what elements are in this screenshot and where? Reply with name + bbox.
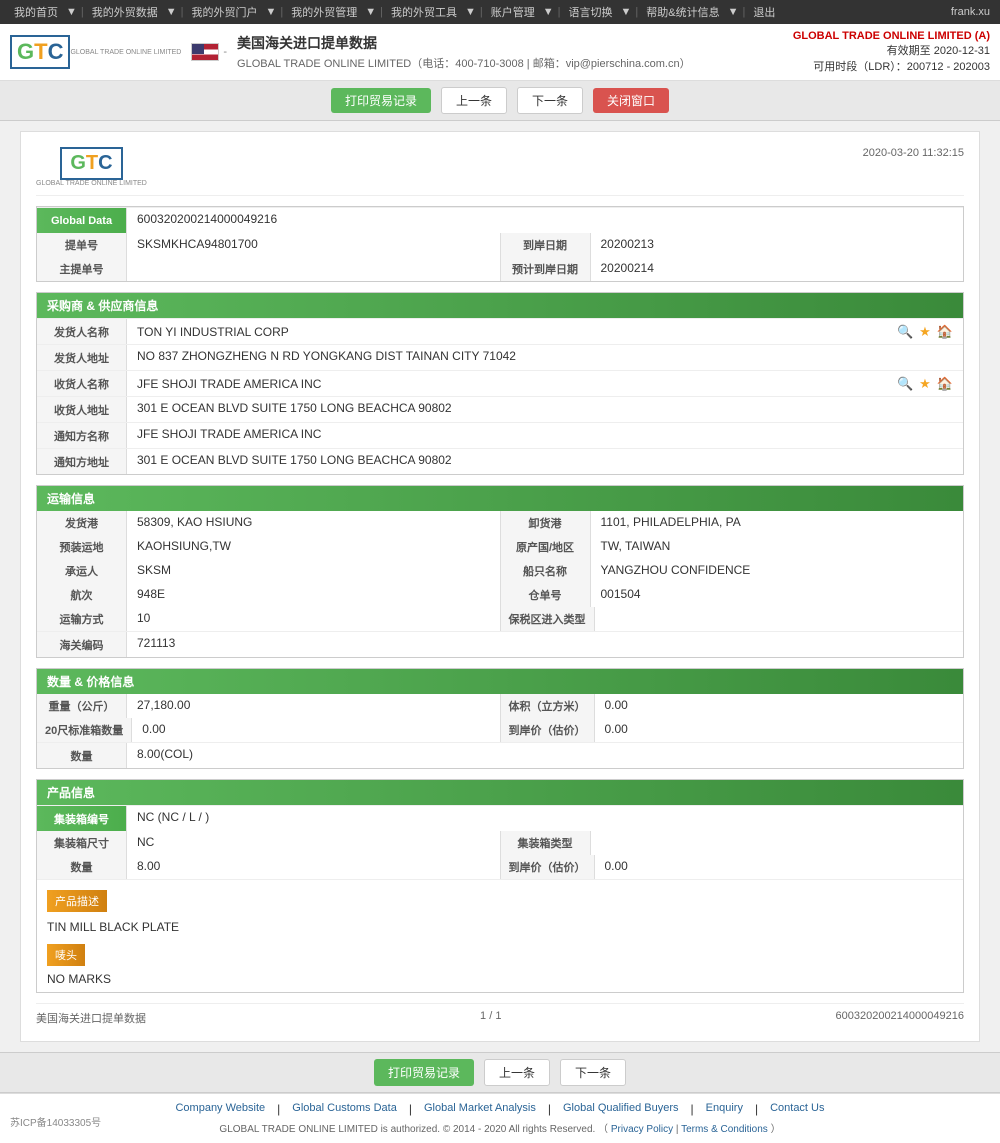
footer-terms-conditions[interactable]: Terms & Conditions bbox=[681, 1124, 768, 1135]
footer-qualified-buyers[interactable]: Global Qualified Buyers bbox=[563, 1102, 679, 1116]
footer-customs-data[interactable]: Global Customs Data bbox=[292, 1102, 397, 1116]
prev-button[interactable]: 上一条 bbox=[441, 87, 507, 114]
nav-language[interactable]: 语言切换 bbox=[569, 4, 613, 20]
consignee-home-icon[interactable]: 🏠 bbox=[937, 376, 953, 392]
port-row: 发货港 58309, KAO HSIUNG 卸货港 1101, PHILADEL… bbox=[37, 511, 963, 535]
container-price-row: 20尺标准箱数量 0.00 到岸价（估价） 0.00 bbox=[37, 718, 963, 742]
print-button[interactable]: 打印贸易记录 bbox=[331, 88, 431, 113]
page-header: G T C GLOBAL TRADE ONLINE LIMITED - 美国海关… bbox=[0, 24, 1000, 81]
footer-links: Company Website | Global Customs Data | … bbox=[10, 1102, 990, 1116]
footer-copyright: GLOBAL TRADE ONLINE LIMITED is authorize… bbox=[10, 1120, 990, 1135]
marks-label: 唛头 bbox=[47, 944, 85, 966]
nav-help[interactable]: 帮助&统计信息 bbox=[646, 4, 719, 20]
product-desc-label: 产品描述 bbox=[47, 890, 107, 912]
voyage-warehouse-row: 航次 948E 仓单号 001504 bbox=[37, 583, 963, 607]
account-info: GLOBAL TRADE ONLINE LIMITED (A) 有效期至 202… bbox=[793, 30, 990, 74]
footer-market-analysis[interactable]: Global Market Analysis bbox=[424, 1102, 536, 1116]
carrier-vessel-row: 承运人 SKSM 船只名称 YANGZHOU CONFIDENCE bbox=[37, 559, 963, 583]
beian: 苏ICP备14033305号 bbox=[10, 1114, 101, 1129]
header-info: 美国海关进口提单数据 GLOBAL TRADE ONLINE LIMITED（电… bbox=[237, 33, 691, 71]
transport-section: 运输信息 发货港 58309, KAO HSIUNG 卸货港 1101, PHI… bbox=[36, 485, 964, 658]
nav-logout[interactable]: 退出 bbox=[753, 4, 775, 20]
product-qty-price-row: 数量 8.00 到岸价（估价） 0.00 bbox=[37, 855, 963, 879]
customs-code-row: 海关编码 721113 bbox=[37, 631, 963, 657]
product-section: 产品信息 集装箱编号 NC (NC / L / ) 集装箱尺寸 NC 集装箱类型… bbox=[36, 779, 964, 993]
top-navigation: 我的首页 ▼ | 我的外贸数据 ▼ | 我的外贸门户 ▼ | 我的外贸管理 ▼ … bbox=[0, 0, 1000, 24]
footer-enquiry[interactable]: Enquiry bbox=[706, 1102, 743, 1116]
shipper-home-icon[interactable]: 🏠 bbox=[937, 324, 953, 340]
next-button-bottom[interactable]: 下一条 bbox=[560, 1059, 626, 1086]
page-footer: Company Website | Global Customs Data | … bbox=[0, 1093, 1000, 1143]
shipper-star-icon[interactable]: ★ bbox=[919, 324, 931, 340]
buyer-section: 采购商 & 供应商信息 发货人名称 TON YI INDUSTRIAL CORP… bbox=[36, 292, 964, 475]
notify-name-row: 通知方名称 JFE SHOJI TRADE AMERICA INC bbox=[37, 422, 963, 448]
consignee-star-icon[interactable]: ★ bbox=[919, 376, 931, 392]
footer-privacy-policy[interactable]: Privacy Policy bbox=[611, 1124, 673, 1135]
preload-country-row: 预装运地 KAOHSIUNG,TW 原产国/地区 TW, TAIWAN bbox=[37, 535, 963, 559]
print-button-bottom[interactable]: 打印贸易记录 bbox=[374, 1059, 474, 1086]
product-desc-value: TIN MILL BLACK PLATE bbox=[47, 920, 953, 934]
quantity-row: 数量 8.00(COL) bbox=[37, 742, 963, 768]
shipper-search-icon[interactable]: 🔍 bbox=[897, 324, 913, 340]
container-size-type-row: 集装箱尺寸 NC 集装箱类型 bbox=[37, 831, 963, 855]
consignee-addr-row: 收货人地址 301 E OCEAN BLVD SUITE 1750 LONG B… bbox=[37, 396, 963, 422]
doc-logo: G T C GLOBAL TRADE ONLINE LIMITED bbox=[36, 147, 147, 187]
nav-management[interactable]: 我的外贸管理 bbox=[291, 4, 357, 20]
consignee-search-icon[interactable]: 🔍 bbox=[897, 376, 913, 392]
prev-button-bottom[interactable]: 上一条 bbox=[484, 1059, 550, 1086]
nav-trade-data[interactable]: 我的外贸数据 bbox=[92, 4, 158, 20]
quantity-section: 数量 & 价格信息 重量（公斤） 27,180.00 体积（立方米） 0.00 … bbox=[36, 668, 964, 769]
top-toolbar: 打印贸易记录 上一条 下一条 关闭窗口 bbox=[0, 81, 1000, 121]
marks-value: NO MARKS bbox=[47, 972, 953, 986]
doc-footer: 美国海关进口提单数据 1 / 1 600320200214000049216 bbox=[36, 1003, 964, 1026]
main-document: G T C GLOBAL TRADE ONLINE LIMITED 2020-0… bbox=[20, 131, 980, 1042]
transport-mode-bonded-row: 运输方式 10 保税区进入类型 bbox=[37, 607, 963, 631]
global-data-section: Global Data 600320200214000049216 提单号 SK… bbox=[36, 206, 964, 282]
main-bill-est-row: 主提单号 预计到岸日期 20200214 bbox=[37, 257, 963, 281]
consignee-name-row: 收货人名称 JFE SHOJI TRADE AMERICA INC 🔍 ★ 🏠 bbox=[37, 370, 963, 396]
shipper-name-row: 发货人名称 TON YI INDUSTRIAL CORP 🔍 ★ 🏠 bbox=[37, 318, 963, 344]
global-data-row: Global Data 600320200214000049216 bbox=[37, 207, 963, 233]
country-flag: - bbox=[191, 43, 227, 61]
notify-addr-row: 通知方地址 301 E OCEAN BLVD SUITE 1750 LONG B… bbox=[37, 448, 963, 474]
nav-tools[interactable]: 我的外贸工具 bbox=[391, 4, 457, 20]
footer-contact-us[interactable]: Contact Us bbox=[770, 1102, 824, 1116]
shipper-addr-row: 发货人地址 NO 837 ZHONGZHENG N RD YONGKANG DI… bbox=[37, 344, 963, 370]
next-button[interactable]: 下一条 bbox=[517, 87, 583, 114]
bottom-toolbar: 打印贸易记录 上一条 下一条 bbox=[0, 1052, 1000, 1093]
logo: G T C GLOBAL TRADE ONLINE LIMITED bbox=[10, 35, 181, 69]
product-desc-area: 产品描述 TIN MILL BLACK PLATE 唛头 NO MARKS bbox=[37, 879, 963, 992]
close-button[interactable]: 关闭窗口 bbox=[593, 88, 669, 113]
nav-portal[interactable]: 我的外贸门户 bbox=[192, 4, 258, 20]
nav-account[interactable]: 账户管理 bbox=[491, 4, 535, 20]
nav-home[interactable]: 我的首页 bbox=[14, 4, 58, 20]
username: frank.xu bbox=[951, 6, 990, 18]
doc-header: G T C GLOBAL TRADE ONLINE LIMITED 2020-0… bbox=[36, 147, 964, 196]
weight-volume-row: 重量（公斤） 27,180.00 体积（立方米） 0.00 bbox=[37, 694, 963, 718]
container-no-row: 集装箱编号 NC (NC / L / ) bbox=[37, 805, 963, 831]
bill-arrival-row: 提单号 SKSMKHCA94801700 到岸日期 20200213 bbox=[37, 233, 963, 257]
footer-company-website[interactable]: Company Website bbox=[175, 1102, 265, 1116]
